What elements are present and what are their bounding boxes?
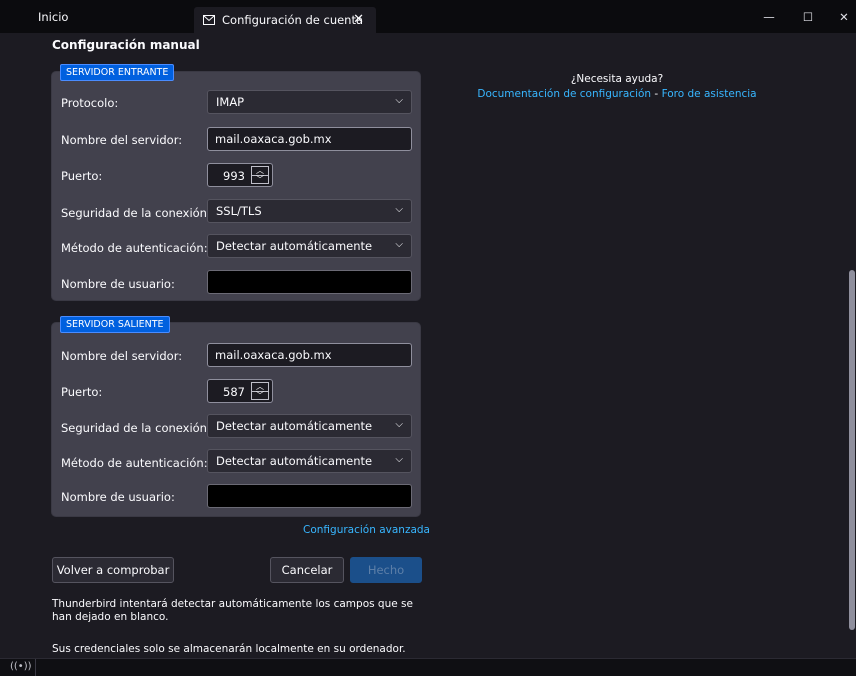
close-icon: ✕	[839, 9, 849, 24]
incoming-security-value: SSL/TLS	[216, 204, 262, 218]
spin-down-icon[interactable]: ﹀	[252, 176, 268, 184]
help-link-separator: -	[651, 88, 662, 100]
incoming-security-label: Seguridad de la conexión:	[61, 206, 211, 220]
incoming-auth-select[interactable]: Detectar automáticamente ⌵	[207, 234, 412, 258]
tab-close-icon[interactable]: ✕	[353, 12, 364, 27]
docs-link[interactable]: Documentación de configuración	[477, 88, 651, 100]
spin-down-icon[interactable]: ﹀	[252, 392, 268, 400]
page-title: Configuración manual	[52, 38, 200, 52]
outgoing-port-stepper[interactable]: 587 ︿ ﹀	[207, 379, 273, 403]
close-window-button[interactable]: ✕	[822, 0, 856, 33]
incoming-port-label: Puerto:	[61, 169, 103, 183]
outgoing-port-label: Puerto:	[61, 385, 103, 399]
incoming-port-stepper[interactable]: 993 ︿ ﹀	[207, 163, 273, 187]
envelope-icon	[203, 15, 215, 25]
port-spin-buttons[interactable]: ︿ ﹀	[251, 382, 269, 400]
connection-status-icon[interactable]: ((•))	[10, 661, 32, 672]
outgoing-port-value: 587	[223, 385, 245, 399]
incoming-protocol-select[interactable]: IMAP ⌵	[207, 90, 412, 114]
outgoing-server-name-label: Nombre del servidor:	[61, 349, 183, 363]
status-bar: ((•))	[0, 658, 856, 676]
incoming-server-name-label: Nombre del servidor:	[61, 133, 183, 147]
tab-account-settings-label: Configuración de cuenta	[222, 13, 364, 27]
incoming-auth-value: Detectar automáticamente	[216, 239, 373, 253]
chevron-down-icon: ⌵	[395, 419, 403, 430]
minimize-icon: —	[763, 9, 775, 24]
maximize-icon: ☐	[802, 9, 814, 24]
incoming-username-input[interactable]	[207, 270, 412, 294]
outgoing-server-name-input[interactable]: mail.oaxaca.gob.mx	[207, 343, 412, 367]
help-section: ¿Necesita ayuda? Documentación de config…	[432, 72, 802, 102]
retest-button[interactable]: Volver a comprobar	[52, 557, 174, 583]
outgoing-username-label: Nombre de usuario:	[61, 490, 175, 504]
incoming-username-label: Nombre de usuario:	[61, 277, 175, 291]
tab-home[interactable]: Inicio	[30, 0, 190, 33]
chevron-down-icon: ⌵	[395, 239, 403, 250]
done-button[interactable]: Hecho	[350, 557, 422, 583]
tab-account-settings[interactable]: Configuración de cuenta ✕	[194, 7, 376, 33]
help-links: Documentación de configuración - Foro de…	[432, 87, 802, 102]
advanced-config-link[interactable]: Configuración avanzada	[303, 524, 430, 536]
outgoing-auth-value: Detectar automáticamente	[216, 454, 373, 468]
chevron-down-icon: ⌵	[395, 95, 403, 106]
outgoing-security-value: Detectar automáticamente	[216, 419, 373, 433]
cancel-button-label: Cancelar	[281, 563, 333, 577]
incoming-port-value: 993	[223, 169, 245, 183]
status-divider	[35, 659, 36, 676]
incoming-server-label: SERVIDOR ENTRANTE	[60, 64, 175, 81]
credentials-info-text: Sus credenciales solo se almacenarán loc…	[52, 643, 406, 655]
forum-link[interactable]: Foro de asistencia	[662, 88, 757, 100]
outgoing-security-label: Seguridad de la conexión:	[61, 421, 211, 435]
minimize-button[interactable]: —	[747, 0, 791, 33]
outgoing-server-name-value: mail.oaxaca.gob.mx	[215, 348, 332, 362]
autodetect-info-text: Thunderbird intentará detectar automátic…	[52, 598, 413, 623]
help-question: ¿Necesita ayuda?	[570, 73, 664, 85]
chevron-down-icon: ⌵	[395, 204, 403, 215]
incoming-protocol-label: Protocolo:	[61, 96, 119, 110]
chevron-down-icon: ⌵	[395, 454, 403, 465]
incoming-server-name-value: mail.oaxaca.gob.mx	[215, 132, 332, 146]
scrollbar-thumb[interactable]	[849, 270, 855, 630]
outgoing-auth-select[interactable]: Detectar automáticamente ⌵	[207, 449, 412, 473]
retest-button-label: Volver a comprobar	[56, 563, 170, 577]
incoming-server-name-input[interactable]: mail.oaxaca.gob.mx	[207, 127, 412, 151]
done-button-label: Hecho	[367, 563, 405, 577]
outgoing-auth-label: Método de autenticación:	[61, 456, 208, 470]
incoming-security-select[interactable]: SSL/TLS ⌵	[207, 199, 412, 223]
title-bar: Inicio Configuración de cuenta ✕ — ☐ ✕	[0, 0, 856, 33]
outgoing-username-input[interactable]	[207, 484, 412, 508]
port-spin-buttons[interactable]: ︿ ﹀	[251, 166, 269, 184]
incoming-protocol-value: IMAP	[216, 95, 245, 109]
tab-home-label: Inicio	[38, 9, 69, 24]
outgoing-server-label: SERVIDOR SALIENTE	[60, 316, 170, 333]
outgoing-security-select[interactable]: Detectar automáticamente ⌵	[207, 414, 412, 438]
incoming-auth-label: Método de autenticación:	[61, 241, 208, 255]
cancel-button[interactable]: Cancelar	[270, 557, 344, 583]
